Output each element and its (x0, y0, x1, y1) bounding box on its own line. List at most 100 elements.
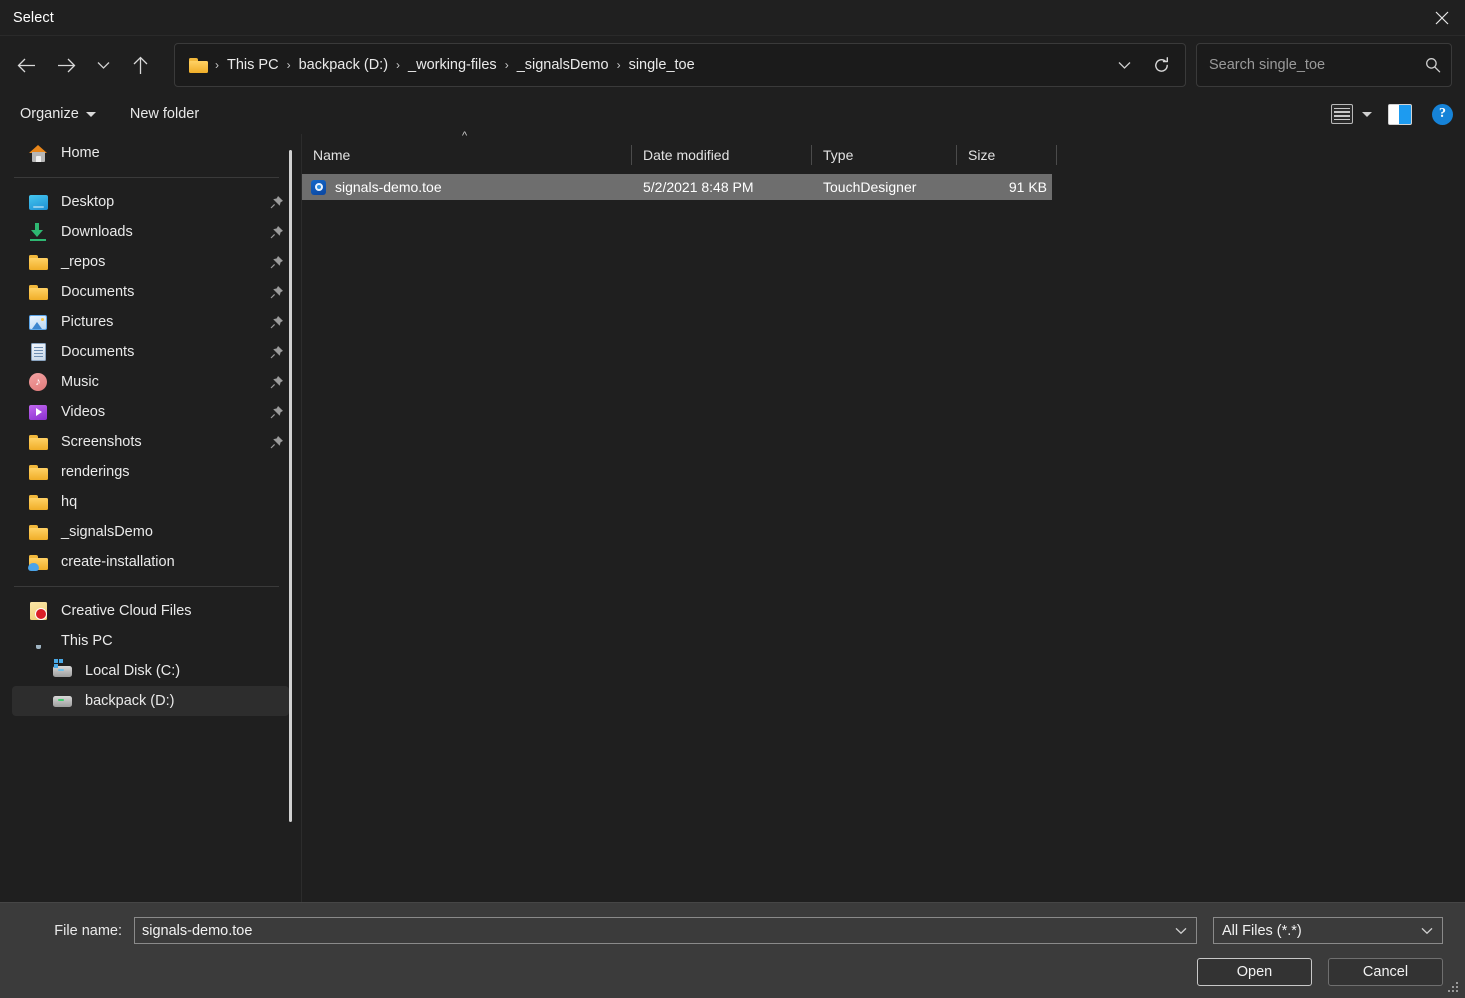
breadcrumb-item-this-pc[interactable]: This PC (220, 53, 286, 77)
column-header-name[interactable]: Name ^ (302, 130, 632, 172)
file-type-filter-select[interactable]: All Files (*.*) (1213, 917, 1443, 944)
sidebar-item-creative-cloud-files[interactable]: Creative Cloud Files (12, 596, 289, 626)
sidebar-item-renderings[interactable]: renderings (12, 457, 289, 487)
address-chevron-down-icon[interactable] (1107, 45, 1141, 85)
column-header-size[interactable]: Size (957, 138, 1057, 172)
close-icon[interactable] (1419, 0, 1465, 35)
column-headers: Name ^ Date modified Type Size (302, 130, 1465, 172)
sidebar-item-label: Desktop (61, 194, 115, 210)
filename-input[interactable]: signals-demo.toe (134, 917, 1197, 944)
up-icon[interactable] (120, 47, 160, 83)
home-icon (28, 143, 48, 163)
pictures-icon (28, 312, 48, 332)
breadcrumb-item-signalsdemo[interactable]: _signalsDemo (510, 53, 616, 77)
sidebar-item-screenshots[interactable]: Screenshots (12, 427, 289, 457)
pin-icon[interactable] (270, 255, 283, 269)
file-name-cell: signals-demo.toe (302, 179, 632, 195)
sidebar-item-this-pc[interactable]: This PC (12, 626, 289, 656)
sidebar-item-create-installation[interactable]: create-installation (12, 547, 289, 577)
filename-row: File name: signals-demo.toe All Files (*… (22, 903, 1443, 944)
preview-pane-icon[interactable] (1388, 103, 1412, 125)
sidebar-item-label: Documents (61, 344, 135, 360)
sidebar-item-videos[interactable]: Videos (12, 397, 289, 427)
folder-icon (28, 282, 48, 302)
sidebar-scrollbar[interactable] (289, 150, 292, 822)
folder-icon (28, 522, 48, 542)
table-row[interactable]: signals-demo.toe 5/2/2021 8:48 PM TouchD… (302, 174, 1052, 200)
sidebar-item-label: Pictures (61, 314, 114, 330)
cancel-button[interactable]: Cancel (1328, 958, 1443, 986)
sidebar-item-repos[interactable]: _repos (12, 247, 289, 277)
open-button[interactable]: Open (1197, 958, 1312, 986)
resize-grip[interactable] (1448, 982, 1459, 993)
filename-label: File name: (54, 922, 122, 939)
new-folder-label: New folder (129, 106, 200, 122)
pin-icon[interactable] (270, 345, 283, 359)
pin-icon[interactable] (270, 315, 283, 329)
new-folder-button[interactable]: New folder (124, 102, 205, 126)
pin-icon[interactable] (270, 225, 283, 239)
sidebar-item-label: renderings (61, 464, 130, 480)
breadcrumb-item-backpack-d[interactable]: backpack (D:) (292, 53, 395, 77)
sidebar-item-music[interactable]: ♪ Music (12, 367, 289, 397)
sidebar-item-documents-library[interactable]: Documents (12, 337, 289, 367)
pin-icon[interactable] (270, 435, 283, 449)
breadcrumb-item-working-files[interactable]: _working-files (401, 53, 504, 77)
file-name-label: signals-demo.toe (335, 179, 442, 195)
creative-cloud-icon (28, 601, 48, 621)
sidebar-item-home[interactable]: Home (12, 138, 289, 168)
sidebar-item-pictures[interactable]: Pictures (12, 307, 289, 337)
address-actions (1107, 45, 1181, 85)
help-icon[interactable]: ? (1432, 103, 1453, 125)
view-mode-chevron-down-icon[interactable] (1362, 111, 1372, 117)
sidebar-item-label: _signalsDemo (61, 524, 153, 540)
pin-icon[interactable] (270, 285, 283, 299)
sidebar-item-label: hq (61, 494, 78, 510)
button-row: Open Cancel (22, 944, 1443, 986)
sidebar-item-label: Videos (61, 404, 106, 420)
file-size-cell: 91 KB (1008, 179, 1047, 195)
folder-cloud-icon (27, 552, 48, 572)
dialog-body: Home Desktop Downloads _repos Documents … (0, 130, 1465, 902)
breadcrumb-item-single-toe[interactable]: single_toe (622, 53, 702, 77)
title-bar: Select (0, 0, 1465, 36)
address-bar[interactable]: › This PC › backpack (D:) › _working-fil… (174, 43, 1186, 87)
sidebar-item-downloads[interactable]: Downloads (12, 217, 289, 247)
sidebar-item-label: Creative Cloud Files (61, 603, 192, 619)
command-bar-left: Organize New folder (14, 102, 205, 126)
column-header-type[interactable]: Type (812, 138, 957, 172)
refresh-icon[interactable] (1141, 45, 1181, 85)
sidebar-item-label: _repos (61, 254, 106, 270)
search-box[interactable]: Search single_toe (1196, 43, 1452, 87)
pin-icon[interactable] (270, 375, 283, 389)
organize-label: Organize (20, 106, 79, 122)
search-input[interactable]: Search single_toe (1209, 57, 1425, 73)
breadcrumb: › This PC › backpack (D:) › _working-fil… (185, 53, 1107, 77)
sidebar-item-hq[interactable]: hq (12, 487, 289, 517)
pin-icon[interactable] (270, 405, 283, 419)
sidebar-item-local-disk-c[interactable]: Local Disk (C:) (12, 656, 289, 686)
pin-icon[interactable] (270, 195, 283, 209)
filename-chevron-down-icon[interactable] (1170, 927, 1192, 935)
desktop-monitor-icon (28, 192, 48, 212)
sidebar-item-documents-folder[interactable]: Documents (12, 277, 289, 307)
back-icon[interactable] (6, 47, 46, 83)
disk-drive-windows-icon (52, 658, 72, 681)
file-type-filter-value: All Files (*.*) (1222, 922, 1302, 939)
column-header-date-modified[interactable]: Date modified (632, 138, 812, 172)
view-mode-icon[interactable] (1331, 104, 1353, 124)
folder-icon (28, 462, 48, 482)
sidebar-item-desktop[interactable]: Desktop (12, 187, 289, 217)
filter-chevron-down-icon[interactable] (1416, 927, 1438, 935)
touchdesigner-file-icon (311, 179, 326, 195)
this-pc-icon (28, 631, 48, 651)
sidebar-item-backpack-d[interactable]: backpack (D:) (12, 686, 289, 716)
column-header-label: Date modified (643, 147, 730, 163)
sidebar-item-label: Local Disk (C:) (85, 663, 181, 679)
organize-button[interactable]: Organize (14, 102, 102, 126)
forward-icon[interactable] (46, 47, 86, 83)
sidebar-item-label: backpack (D:) (85, 693, 175, 709)
sidebar-item-signalsdemo[interactable]: _signalsDemo (12, 517, 289, 547)
navigation-pane: Home Desktop Downloads _repos Documents … (0, 134, 302, 902)
recent-locations-chevron-down-icon[interactable] (86, 47, 120, 83)
